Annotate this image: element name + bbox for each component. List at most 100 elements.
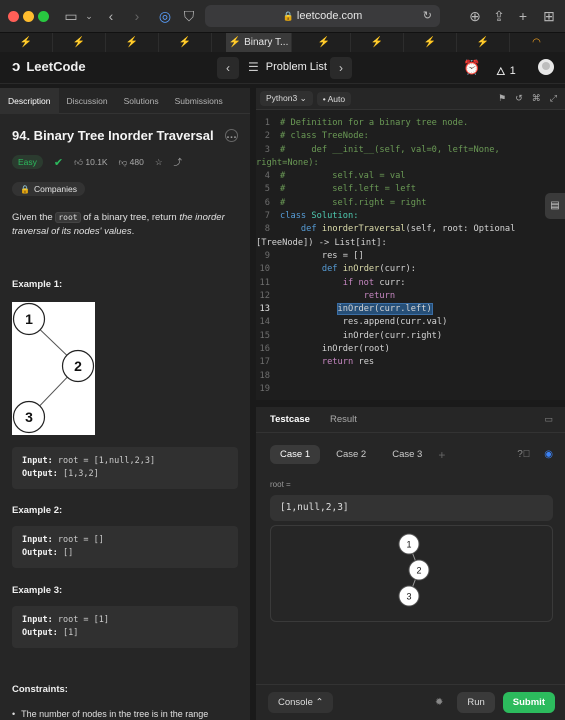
submit-button[interactable]: Submit bbox=[502, 692, 555, 713]
line-number: 15 bbox=[259, 330, 270, 341]
code-text: [TreeNode]) -> List[int]: bbox=[256, 237, 387, 248]
browser-tab[interactable]: ⚡ bbox=[53, 33, 106, 53]
root-input[interactable]: [1,null,2,3] bbox=[270, 495, 553, 521]
leetcode-logo-icon: ↄ bbox=[12, 58, 21, 75]
output-label: Output: bbox=[22, 627, 58, 638]
dislike-count: 480 bbox=[129, 156, 144, 167]
document-icon: ▤ bbox=[550, 200, 560, 211]
more-options-icon[interactable]: … bbox=[225, 129, 238, 142]
difficulty-badge: Easy bbox=[12, 155, 43, 169]
close-window-button[interactable] bbox=[8, 11, 19, 22]
share-icon[interactable]: ⇪ bbox=[490, 6, 508, 26]
line-number: 3 bbox=[264, 144, 270, 155]
keyword: return bbox=[321, 357, 354, 368]
help-icon[interactable]: ?⃝ bbox=[517, 449, 530, 460]
alarm-clock-icon[interactable]: ⏰ bbox=[463, 59, 480, 76]
extension-icon[interactable]: ◎ bbox=[156, 6, 174, 26]
code-text: # self.val = val bbox=[280, 171, 406, 182]
notes-side-tab[interactable]: ▤ bbox=[545, 193, 565, 219]
action-bar: Console ⌃ ✹ Run Submit bbox=[256, 684, 565, 720]
code-line: 18 bbox=[256, 370, 565, 383]
code-line-wrap: right=None): bbox=[256, 157, 565, 170]
back-icon[interactable]: ‹ bbox=[102, 6, 120, 26]
input-label: Input: bbox=[22, 455, 53, 466]
browser-tab[interactable]: ⚡ bbox=[159, 33, 212, 53]
companies-button[interactable]: 🔒 Companies bbox=[12, 182, 85, 196]
example-title: Example 3: bbox=[12, 584, 63, 596]
avatar[interactable] bbox=[538, 59, 554, 75]
browser-tab[interactable]: ⚡ bbox=[0, 33, 53, 53]
tab-overview-icon[interactable]: ⊞ bbox=[540, 6, 558, 26]
tab-result[interactable]: Result bbox=[330, 414, 357, 425]
reload-icon[interactable]: ↻ bbox=[423, 5, 432, 27]
browser-tab[interactable]: ⚡ bbox=[298, 33, 351, 53]
line-number: 16 bbox=[259, 344, 270, 355]
case-3-tab[interactable]: Case 3 bbox=[382, 445, 432, 464]
browser-tab[interactable]: ◠ bbox=[510, 33, 563, 53]
inline-code: root bbox=[55, 211, 81, 223]
tab-testcase[interactable]: Testcase bbox=[270, 414, 310, 425]
braces-icon[interactable]: ⌘ bbox=[532, 93, 541, 104]
keyword: return bbox=[363, 290, 396, 301]
browser-tab[interactable]: ⚡ bbox=[404, 33, 457, 53]
example-output: [1] bbox=[62, 627, 79, 638]
address-bar[interactable]: 🔒 leetcode.com ↻ bbox=[205, 5, 440, 27]
constraint-text: The number of nodes in the tree is in th… bbox=[21, 708, 209, 719]
tree-node-label: 1 bbox=[406, 540, 411, 550]
run-button[interactable]: Run bbox=[457, 692, 495, 713]
problem-meta: Easy ✔ 👍︎ 10.1K 👎︎ 480 ☆ ⤴ bbox=[12, 155, 238, 169]
reset-icon[interactable]: ↺ bbox=[515, 93, 523, 104]
case-1-tab[interactable]: Case 1 bbox=[270, 445, 321, 464]
prev-problem-button[interactable]: ‹ bbox=[217, 57, 239, 79]
case-2-tab[interactable]: Case 2 bbox=[326, 445, 376, 464]
share-icon[interactable]: ⤴ bbox=[173, 156, 182, 168]
leetcode-logo[interactable]: ↄ LeetCode bbox=[12, 58, 86, 75]
sidebar-icon[interactable]: ▭ bbox=[62, 6, 80, 26]
debug-icon[interactable]: ✹ bbox=[435, 697, 443, 708]
eye-icon[interactable]: ◉ bbox=[544, 449, 553, 460]
streak-count: 1 bbox=[509, 65, 516, 77]
browser-tab[interactable]: ⚡ bbox=[457, 33, 510, 53]
chevron-down-icon[interactable]: ⌄ bbox=[80, 6, 98, 26]
tab-solutions[interactable]: Solutions bbox=[116, 88, 167, 114]
forward-icon[interactable]: › bbox=[128, 6, 146, 26]
tab-submissions[interactable]: Submissions bbox=[167, 88, 231, 114]
auto-mode-toggle[interactable]: • Auto bbox=[316, 91, 352, 106]
minimize-window-button[interactable] bbox=[23, 11, 34, 22]
code-text: # Definition for a binary tree node. bbox=[280, 118, 469, 128]
download-icon[interactable]: ⊕ bbox=[466, 6, 484, 26]
code-text: # def __init__(self, val=0, left=None, bbox=[280, 144, 500, 155]
code-text: (self, root: Optional bbox=[405, 224, 516, 235]
zoom-window-button[interactable] bbox=[38, 11, 49, 22]
add-case-icon[interactable]: + bbox=[438, 448, 445, 462]
new-tab-icon[interactable]: + bbox=[514, 6, 532, 26]
line-number: 12 bbox=[259, 290, 270, 301]
star-icon[interactable]: ☆ bbox=[155, 157, 163, 168]
code-line: 3 # def __init__(self, val=0, left=None, bbox=[256, 144, 565, 157]
problem-list-button[interactable]: ☰ Problem List bbox=[248, 60, 327, 74]
console-button[interactable]: Console ⌃ bbox=[268, 692, 334, 713]
lock-icon: 🔒 bbox=[20, 184, 30, 194]
code-area[interactable]: 1 # Definition for a binary tree node. 2 #… bbox=[256, 110, 565, 396]
collapse-icon[interactable]: ▭ bbox=[544, 414, 553, 425]
tab-description[interactable]: Description bbox=[0, 88, 59, 114]
browser-tab[interactable]: ⚡ bbox=[106, 33, 159, 53]
example-input: root = [] bbox=[57, 534, 104, 545]
tab-discussion[interactable]: Discussion bbox=[59, 88, 116, 114]
list-icon: ☰ bbox=[248, 60, 259, 74]
browser-tab-active[interactable]: ⚡ Binary T... bbox=[226, 33, 292, 53]
code-line: 11 if not curr: bbox=[256, 277, 565, 290]
language-select[interactable]: Python3 ⌄ bbox=[260, 91, 313, 106]
like-button[interactable]: 👍︎ 10.1K bbox=[74, 157, 107, 168]
fullscreen-icon[interactable]: ⤢ bbox=[550, 93, 557, 104]
streak-counter[interactable]: 🜂 1 bbox=[496, 60, 516, 82]
dislike-button[interactable]: 👎︎ 480 bbox=[119, 157, 144, 168]
shield-icon[interactable]: ⛉ bbox=[180, 6, 198, 26]
example-output: [1,3,2] bbox=[62, 468, 99, 479]
line-number: 1 bbox=[264, 118, 270, 128]
next-problem-button[interactable]: › bbox=[330, 57, 352, 79]
bookmark-icon[interactable]: ⚑ bbox=[498, 93, 506, 104]
browser-tab[interactable]: ⚡ bbox=[351, 33, 404, 53]
horizontal-splitter[interactable] bbox=[256, 400, 565, 407]
